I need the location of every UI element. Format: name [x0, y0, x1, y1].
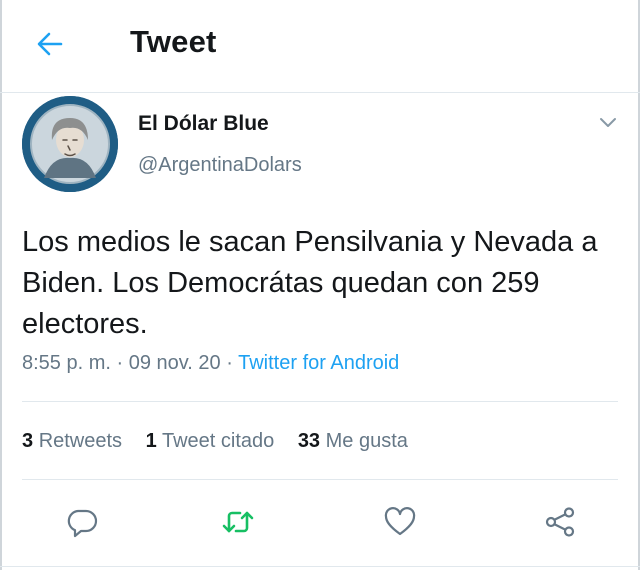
tweet-date: 09 nov. 20	[128, 352, 221, 374]
tweet-time: 8:55 p. m.	[22, 352, 111, 374]
tweet-source-link[interactable]: Twitter for Android	[238, 352, 399, 374]
avatar[interactable]	[22, 96, 118, 192]
more-options-button[interactable]	[594, 110, 622, 134]
user-handle[interactable]: @ArgentinaDolars	[138, 154, 302, 177]
tweet-text: Los medios le sacan Pensilvania y Nevada…	[22, 226, 598, 340]
meta-separator: ·	[116, 352, 124, 374]
header-divider	[0, 92, 640, 93]
stats-divider	[22, 479, 618, 480]
tweet-stats: 3 Retweets 1 Tweet citado 33 Me gusta	[22, 430, 426, 453]
banknote-portrait-avatar	[22, 96, 118, 192]
back-button[interactable]	[30, 24, 70, 64]
quotes-count: 1	[145, 430, 157, 452]
tweet-meta: 8:55 p. m. · 09 nov. 20 · Twitter for An…	[22, 352, 399, 375]
retweet-icon	[222, 511, 254, 533]
heart-icon	[384, 507, 416, 536]
likes-stat[interactable]: 33 Me gusta	[298, 430, 408, 452]
like-button[interactable]	[378, 500, 422, 544]
arrow-left-icon	[37, 32, 63, 56]
retweet-button[interactable]	[216, 500, 260, 544]
retweets-count: 3	[22, 430, 34, 452]
meta-separator: ·	[226, 352, 233, 374]
retweets-stat[interactable]: 3 Retweets	[22, 430, 122, 452]
retweets-label: Retweets	[38, 430, 123, 452]
meta-divider	[22, 401, 618, 402]
page-title: Tweet	[130, 24, 217, 59]
likes-label: Me gusta	[325, 430, 408, 452]
action-bar	[0, 500, 640, 546]
bottom-divider	[0, 566, 640, 567]
header-bar: Tweet	[0, 0, 640, 92]
share-button[interactable]	[538, 500, 582, 544]
quotes-stat[interactable]: 1 Tweet citado	[146, 430, 275, 452]
reply-button[interactable]	[60, 500, 104, 544]
display-name[interactable]: El Dólar Blue	[138, 112, 269, 136]
reply-icon	[67, 509, 98, 538]
likes-count: 33	[297, 430, 321, 452]
chevron-down-icon	[600, 118, 616, 127]
quotes-label: Tweet citado	[161, 430, 275, 452]
share-icon	[545, 507, 575, 537]
